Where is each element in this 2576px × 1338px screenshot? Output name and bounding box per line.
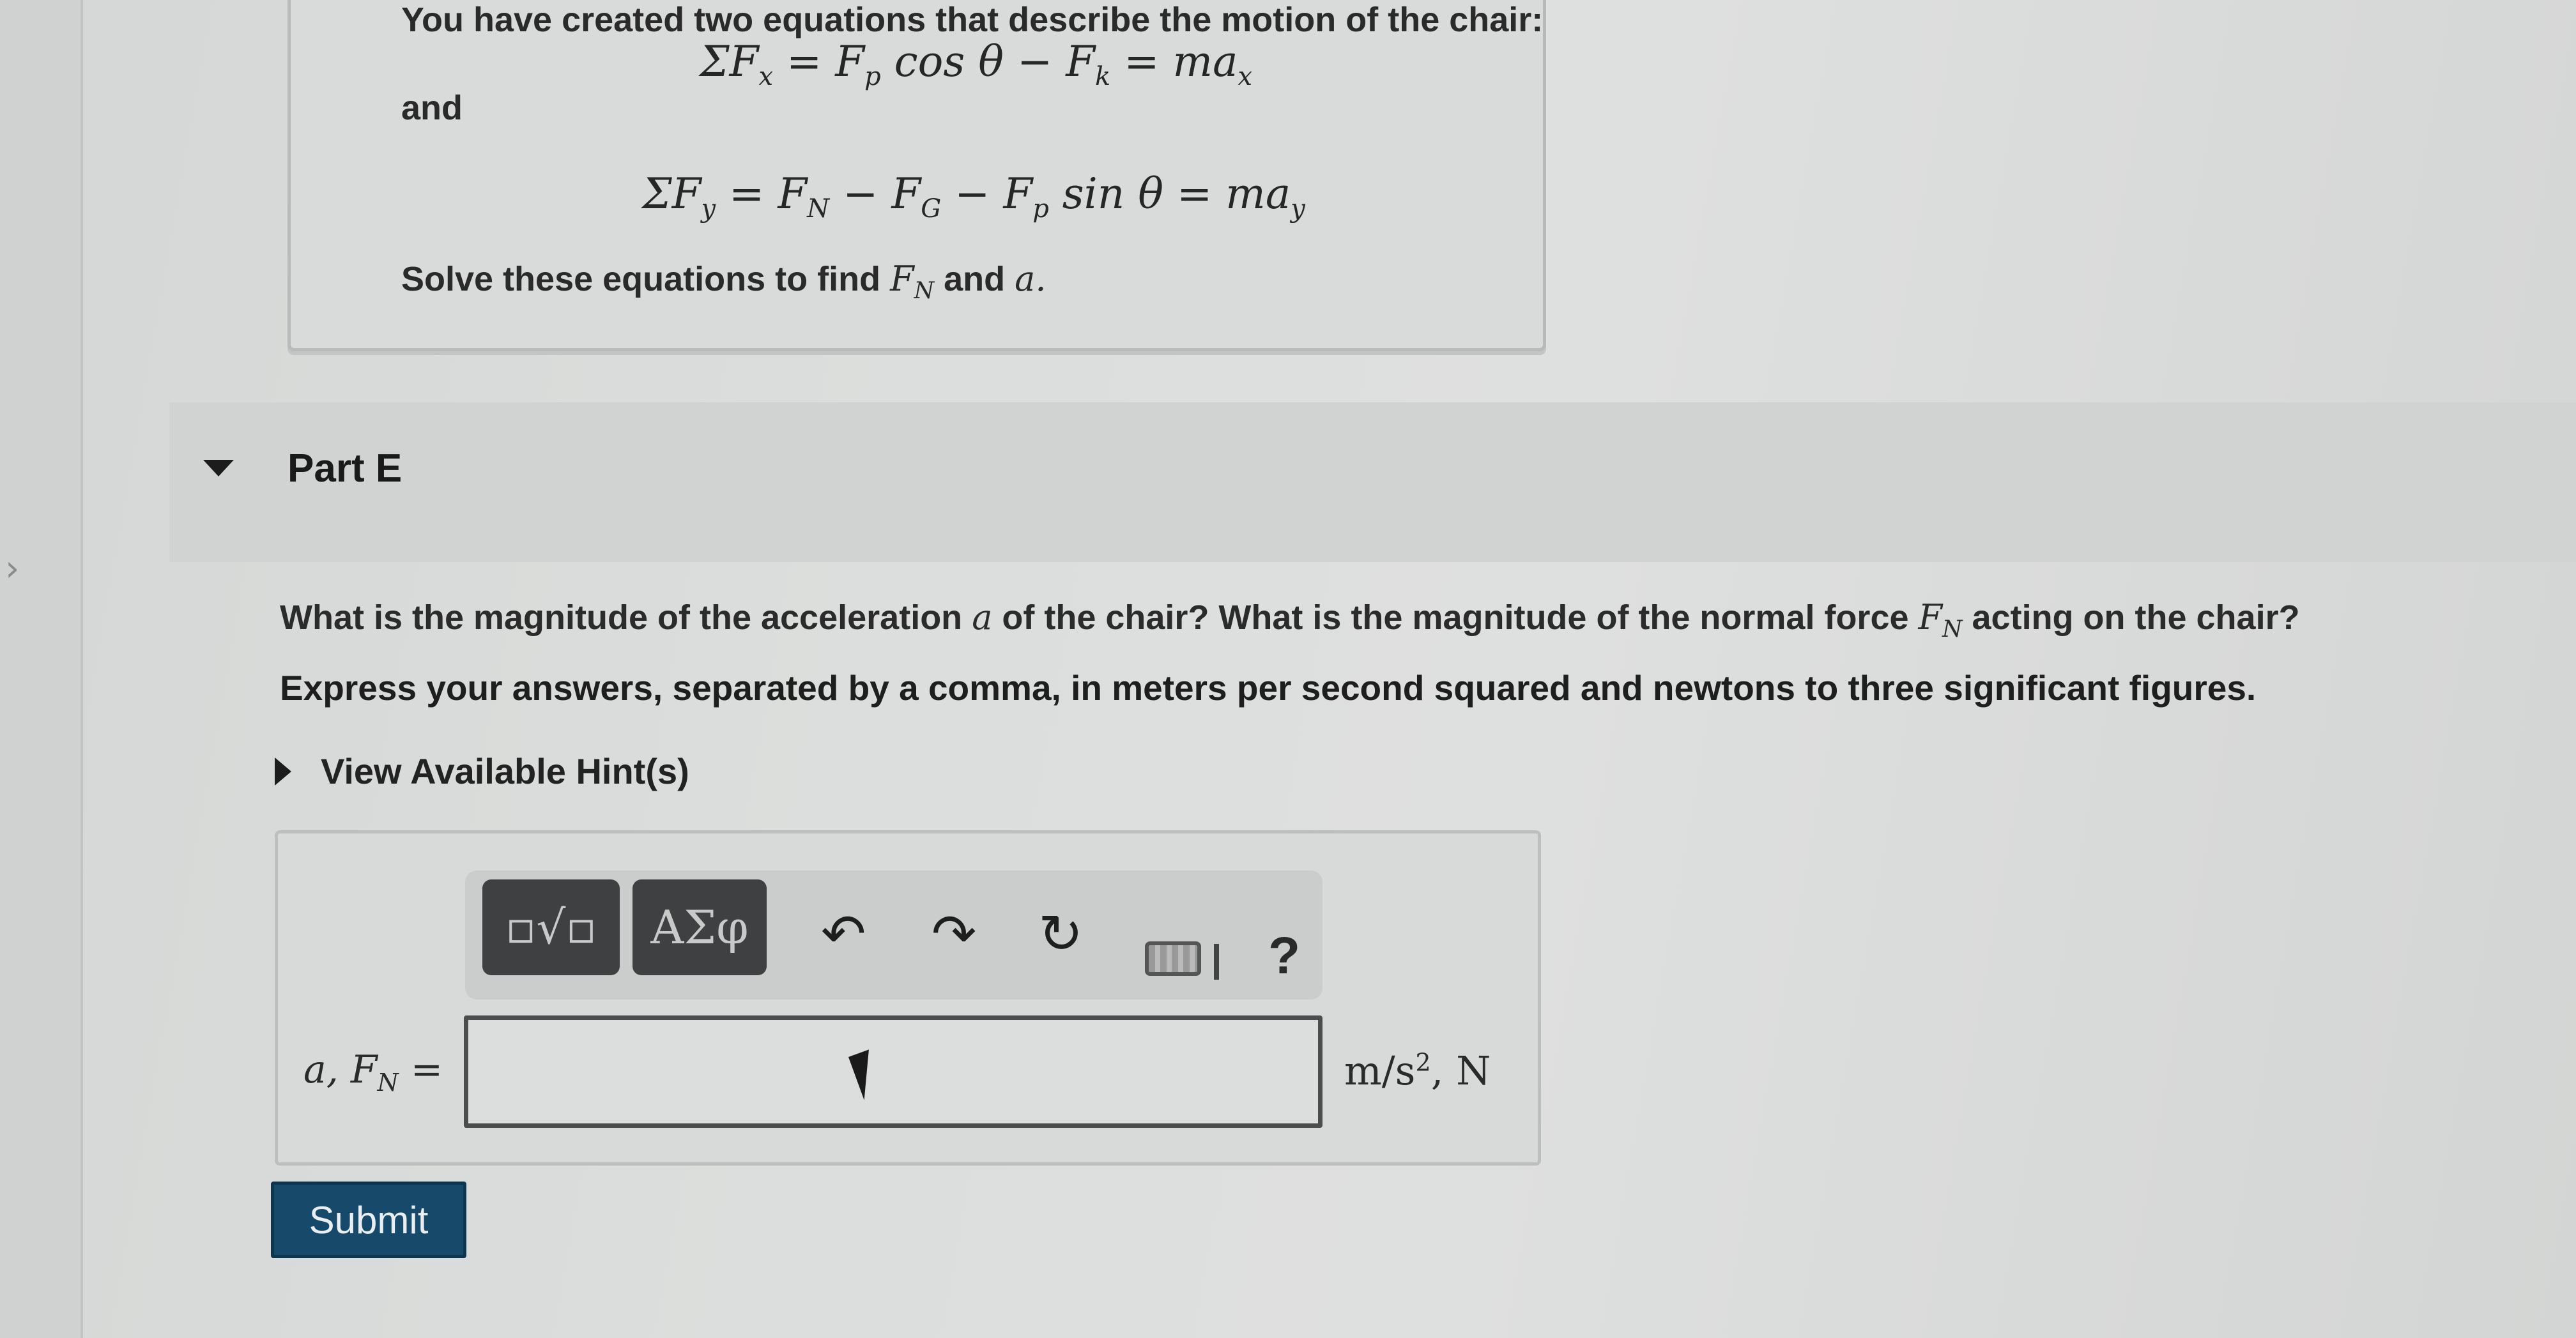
question-var-f: F [1918,597,1942,637]
units-main: m/s [1344,1047,1416,1094]
equation-x: ΣFx = Fp cos θ − Fk = max [700,37,1253,92]
question-var-f-sub: N [1942,616,1963,642]
hint-intro: You have created two equations that desc… [401,1,1544,39]
question-part-a: What is the magnitude of the acceleratio… [280,598,963,637]
hint-solve-var-f: F [890,259,914,299]
units-tail: , N [1430,1047,1491,1094]
question-text: What is the magnitude of the acceleratio… [280,597,2300,642]
expand-chevron-icon[interactable]: › [5,548,19,589]
keyboard-divider [1214,944,1219,980]
greek-symbols-button[interactable]: AΣφ [632,879,767,975]
answer-label-vars: a, F [303,1047,378,1092]
answer-input[interactable] [464,1015,1322,1128]
question-part-c: acting on the chair? [1972,598,2300,637]
keyboard-icon[interactable] [1145,941,1201,976]
instruction-text: Express your answers, separated by a com… [280,668,2257,708]
hint-solve-var-a: a. [1015,259,1046,299]
reset-icon[interactable]: ↻ [1038,907,1083,961]
undo-icon[interactable]: ↶ [821,907,866,961]
help-button[interactable]: ? [1268,926,1300,986]
view-hints-link[interactable]: View Available Hint(s) [275,750,689,792]
collapse-caret-icon[interactable] [203,460,234,476]
hint-solve-var-f-sub: N [914,277,935,304]
answer-units: m/s2, N [1344,1047,1491,1094]
submit-button[interactable]: Submit [271,1182,466,1258]
redo-icon[interactable]: ↷ [931,907,976,961]
view-hints-label[interactable]: View Available Hint(s) [321,750,689,792]
part-header[interactable] [169,402,2576,562]
hint-and: and [401,89,463,127]
left-rail: › [0,0,83,1338]
templates-button[interactable]: ▫√▫ [482,879,620,975]
answer-label-equals: = [410,1047,443,1092]
units-exponent: 2 [1415,1048,1431,1077]
question-var-a: a [972,597,993,637]
question-part-b: of the chair? What is the magnitude of t… [1002,598,1909,637]
hint-solve-and: and [944,260,1006,298]
expand-caret-icon[interactable] [275,757,291,786]
hint-solve: Solve these equations to find FN and a. [401,259,1046,304]
answer-label-sub: N [377,1068,399,1097]
answer-label: a, FN = [303,1047,443,1097]
equation-y: ΣFy = FN − FG − Fp sin θ = may [642,169,1305,224]
hint-solve-prefix: Solve these equations to find [401,260,881,298]
part-title[interactable]: Part E [288,446,402,491]
